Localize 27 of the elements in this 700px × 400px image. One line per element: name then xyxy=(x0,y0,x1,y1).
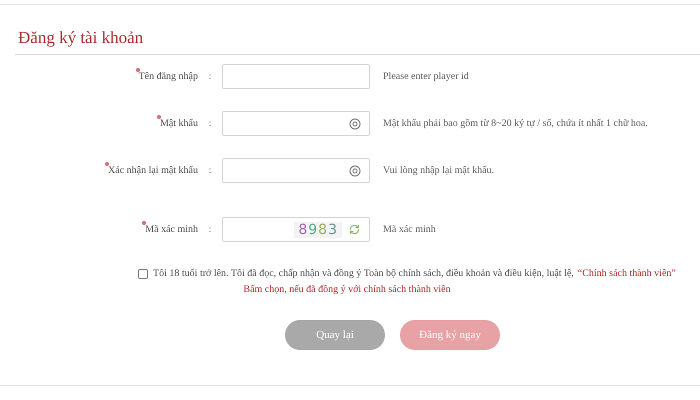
field-label: Mã xác minh xyxy=(145,224,198,235)
page-title: Đăng ký tài khoản xyxy=(18,28,144,48)
field-label: Mật khẩu xyxy=(160,118,198,129)
input-field[interactable] xyxy=(222,64,370,89)
input-field[interactable] xyxy=(222,158,370,183)
input-field[interactable] xyxy=(222,111,370,136)
eye-icon[interactable] xyxy=(349,164,361,176)
agreement-checkbox[interactable] xyxy=(138,268,148,278)
colon-separator: : xyxy=(208,71,212,82)
field-hint: Please enter player id xyxy=(383,71,469,82)
agreement-warning: Bấm chọn, nếu đã đồng ý với chính sách thành viên xyxy=(242,284,452,295)
colon-separator: : xyxy=(208,165,212,176)
agreement-text: Tôi 18 tuổi trở lên. Tôi đã đọc, chấp nhận và đồng ý Toàn bộ chính sách, điều khoản và điều kiện, luật lệ, xyxy=(153,268,574,279)
policy-link[interactable]: “Chính sách thành viên” xyxy=(578,268,676,279)
field-hint: Mật khẩu phải bao gồm từ 8~20 ký tự / số, chứa ít nhất 1 chữ hoa. xyxy=(383,118,648,129)
colon-separator: : xyxy=(208,224,212,235)
register-button[interactable]: Đăng ký ngay xyxy=(400,320,500,350)
field-hint: Vui lòng nhập lại mật khẩu. xyxy=(383,165,494,176)
colon-separator: : xyxy=(208,118,212,129)
eye-icon[interactable] xyxy=(349,118,361,130)
field-hint: Mã xác minh xyxy=(383,224,436,235)
refresh-icon[interactable] xyxy=(348,223,361,236)
field-label: Tên đăng nhập xyxy=(138,71,198,82)
field-label: Xác nhận lại mật khẩu xyxy=(108,165,198,176)
captcha-code: 8983 xyxy=(294,222,342,238)
input-field[interactable]: 8983 xyxy=(222,217,370,242)
back-button[interactable]: Quay lại xyxy=(285,320,385,350)
